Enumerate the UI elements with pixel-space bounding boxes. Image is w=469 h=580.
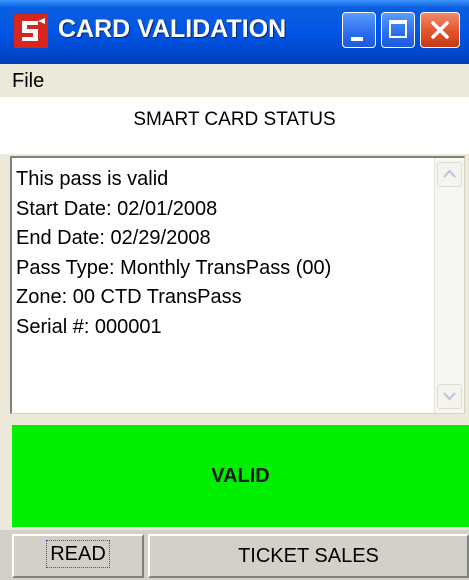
card-validation-window: CARD VALIDATION File SMART CARD STATUS T…: [0, 0, 469, 580]
title-bar[interactable]: CARD VALIDATION: [0, 0, 469, 64]
pass-info-textarea[interactable]: This pass is valid Start Date: 02/01/200…: [10, 156, 465, 414]
pass-info-line: This pass is valid: [16, 168, 169, 190]
minimize-icon: [351, 37, 363, 41]
pass-info-line: End Date: 02/29/2008: [16, 227, 211, 249]
window-title: CARD VALIDATION: [58, 15, 287, 43]
pass-info-line: Serial #: 000001: [16, 315, 162, 338]
ticket-sales-button[interactable]: TICKET SALES: [148, 534, 469, 578]
pass-info-lines: This pass is valid Start Date: 02/01/200…: [16, 165, 416, 342]
button-bar: READ TICKET SALES: [0, 530, 469, 580]
maximize-button[interactable]: [381, 12, 415, 48]
status-header-label: SMART CARD STATUS: [133, 109, 336, 130]
minimize-button[interactable]: [342, 12, 376, 48]
menu-bar: File: [0, 64, 469, 97]
chevron-up-icon: [443, 169, 456, 178]
validation-status-panel: VALID: [12, 425, 469, 527]
validation-status-text: VALID: [211, 465, 270, 487]
chevron-down-icon: [443, 392, 456, 401]
pass-info-line: Start Date: 02/01/2008: [16, 197, 218, 220]
scroll-down-button[interactable]: [437, 384, 462, 409]
pass-info-line: Zone: 00 CTD TransPass: [16, 286, 242, 308]
close-button[interactable]: [420, 12, 460, 48]
read-button[interactable]: READ: [12, 534, 144, 578]
maximize-icon: [389, 20, 407, 38]
pass-info-line: Pass Type: Monthly TransPass (00): [16, 256, 332, 279]
read-button-label: READ: [46, 540, 110, 568]
vertical-scrollbar[interactable]: [434, 158, 464, 413]
status-header: SMART CARD STATUS: [0, 97, 469, 154]
app-logo-icon: [14, 14, 48, 48]
close-icon: [431, 21, 449, 39]
scroll-up-button[interactable]: [437, 162, 462, 187]
ticket-sales-button-label: TICKET SALES: [238, 545, 379, 567]
menu-file[interactable]: File: [12, 70, 44, 93]
